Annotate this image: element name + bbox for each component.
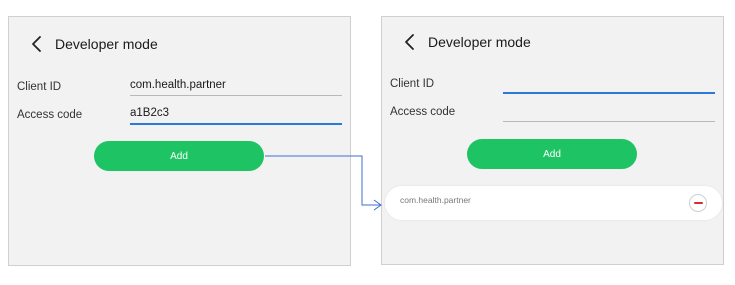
- flow-arrow-line: [265, 155, 381, 206]
- flow-arrow: [265, 155, 382, 211]
